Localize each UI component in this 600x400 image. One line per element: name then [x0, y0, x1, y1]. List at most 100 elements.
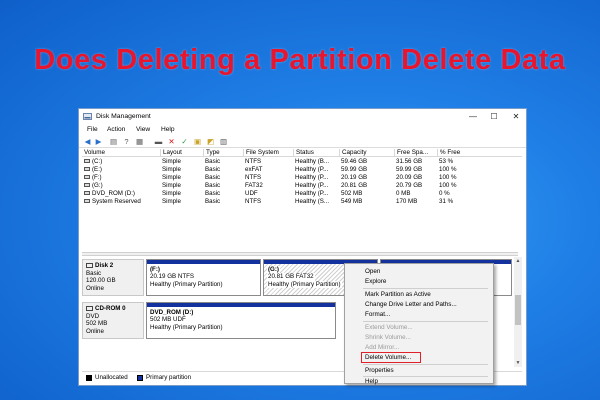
- partition-f[interactable]: (F:) 20.19 GB NTFS Healthy (Primary Part…: [146, 259, 261, 296]
- refresh-icon[interactable]: ▥: [219, 137, 228, 146]
- cell-file-system: NTFS: [245, 158, 262, 165]
- cell-capacity: 20.19 GB: [341, 174, 368, 181]
- cell-layout: Simple: [162, 198, 181, 205]
- cell-percent-free: 100 %: [439, 174, 457, 181]
- cell-percent-free: 100 %: [439, 182, 457, 189]
- cell-layout: Simple: [162, 158, 181, 165]
- menu-separator: [363, 364, 488, 365]
- close-button[interactable]: ✕: [505, 109, 527, 124]
- menu-action[interactable]: Action: [107, 126, 125, 133]
- menu-format[interactable]: Format...: [365, 311, 390, 318]
- cell-percent-free: 53 %: [439, 158, 454, 165]
- view-icon[interactable]: ▤: [109, 137, 118, 146]
- back-icon[interactable]: ◀: [83, 137, 92, 146]
- dvd-icon: [86, 305, 93, 311]
- maximize-button[interactable]: ☐: [483, 109, 505, 124]
- column-volume[interactable]: Volume: [82, 149, 105, 157]
- cell-type: Basic: [205, 158, 221, 165]
- column-capacity[interactable]: Capacity: [339, 149, 367, 157]
- cell-percent-free: 100 %: [439, 166, 457, 173]
- cell-volume: (C:): [82, 158, 102, 165]
- column-type[interactable]: Type: [203, 149, 220, 157]
- forward-icon[interactable]: ▶: [94, 137, 103, 146]
- disk-2-label[interactable]: Disk 2 Basic 120.00 GB Online: [82, 259, 144, 296]
- help-icon[interactable]: ?: [122, 137, 131, 146]
- cell-volume: (E:): [82, 166, 102, 173]
- menu-view[interactable]: View: [136, 126, 150, 133]
- menu-change-drive-letter[interactable]: Change Drive Letter and Paths...: [365, 301, 457, 308]
- menu-help-item[interactable]: Help: [365, 378, 378, 385]
- check-icon[interactable]: ✓: [180, 137, 189, 146]
- scroll-down-icon[interactable]: ▼: [514, 359, 522, 367]
- table-row[interactable]: (F:) Simple Basic NTFS Healthy (P... 20.…: [82, 174, 522, 182]
- menu-explore[interactable]: Explore: [365, 278, 386, 285]
- cell-free-space: 20.79 GB: [396, 182, 423, 189]
- column-status[interactable]: Status: [293, 149, 314, 157]
- scroll-thumb[interactable]: [515, 295, 521, 325]
- cell-capacity: 59.99 GB: [341, 166, 368, 173]
- cell-layout: Simple: [162, 190, 181, 197]
- table-row[interactable]: (C:) Simple Basic NTFS Healthy (B... 59.…: [82, 158, 522, 166]
- drive-icon: [84, 199, 90, 204]
- title-bar: Disk Management — ☐ ✕: [79, 109, 526, 124]
- cell-layout: Simple: [162, 166, 181, 173]
- table-row[interactable]: DVD_ROM (D:) Simple Basic UDF Healthy (P…: [82, 190, 522, 198]
- context-menu: Open Explore Mark Partition as Active Ch…: [344, 263, 494, 385]
- legend-unallocated: Unallocated: [95, 374, 128, 381]
- drive-icon: [84, 183, 90, 188]
- menu-shrink-volume: Shrink Volume...: [365, 334, 411, 341]
- menu-mark-active[interactable]: Mark Partition as Active: [365, 291, 431, 298]
- cell-layout: Simple: [162, 182, 181, 189]
- table-row[interactable]: (G:) Simple Basic FAT32 Healthy (P... 20…: [82, 182, 522, 190]
- connect-icon[interactable]: ▬: [154, 137, 163, 146]
- cell-percent-free: 31 %: [439, 198, 454, 205]
- table-row[interactable]: System Reserved Simple Basic NTFS Health…: [82, 198, 522, 206]
- cell-layout: Simple: [162, 174, 181, 181]
- cell-free-space: 170 MB: [396, 198, 418, 205]
- properties-icon[interactable]: ▦: [135, 137, 144, 146]
- menu-separator: [363, 288, 488, 289]
- open-icon[interactable]: ▣: [193, 137, 202, 146]
- cell-status: Healthy (P...: [295, 182, 329, 189]
- menu-properties[interactable]: Properties: [365, 367, 394, 374]
- cdrom-0-label[interactable]: CD-ROM 0 DVD 502 MB Online: [82, 302, 144, 339]
- menu-extend-volume: Extend Volume...: [365, 324, 413, 331]
- legend-primary-partition: Primary partition: [146, 374, 192, 381]
- cell-file-system: NTFS: [245, 174, 262, 181]
- explore-icon[interactable]: ◩: [206, 137, 215, 146]
- cell-volume: System Reserved: [82, 198, 141, 205]
- cell-type: Basic: [205, 190, 221, 197]
- cell-file-system: UDF: [245, 190, 258, 197]
- table-row[interactable]: (E:) Simple Basic exFAT Healthy (P... 59…: [82, 166, 522, 174]
- column-percent-free[interactable]: % Free: [437, 149, 460, 157]
- cell-percent-free: 0 %: [439, 190, 450, 197]
- menu-open[interactable]: Open: [365, 268, 380, 275]
- headline-title: Does Deleting a Partition Delete Data: [34, 44, 566, 76]
- cell-file-system: FAT32: [245, 182, 263, 189]
- menu-bar: File Action View Help: [79, 125, 526, 136]
- dvd-drive-icon: [84, 191, 90, 196]
- column-free-space[interactable]: Free Spa...: [394, 149, 428, 157]
- partition-dvd-rom[interactable]: DVD_ROM (D:) 502 MB UDF Healthy (Primary…: [146, 302, 336, 339]
- primary-partition-swatch: [137, 375, 143, 381]
- cell-volume: DVD_ROM (D:): [82, 190, 135, 197]
- menu-delete-volume[interactable]: Delete Volume...: [365, 354, 411, 361]
- menu-separator: [363, 376, 488, 377]
- cell-status: Healthy (P...: [295, 166, 329, 173]
- cell-free-space: 59.99 GB: [396, 166, 423, 173]
- menu-file[interactable]: File: [87, 126, 98, 133]
- drive-icon: [84, 175, 90, 180]
- pane-splitter[interactable]: [82, 252, 518, 256]
- column-file-system[interactable]: File System: [243, 149, 279, 157]
- cell-volume: (G:): [82, 182, 103, 189]
- cell-capacity: 502 MB: [341, 190, 363, 197]
- cell-status: Healthy (S...: [295, 198, 330, 205]
- menu-help[interactable]: Help: [161, 126, 175, 133]
- vertical-scrollbar[interactable]: ▲ ▼: [514, 257, 522, 367]
- delete-icon[interactable]: ✕: [167, 137, 176, 146]
- minimize-button[interactable]: —: [462, 109, 484, 124]
- cell-type: Basic: [205, 198, 221, 205]
- primary-partition-bar: [147, 303, 335, 307]
- column-layout[interactable]: Layout: [160, 149, 182, 157]
- scroll-up-icon[interactable]: ▲: [514, 257, 522, 265]
